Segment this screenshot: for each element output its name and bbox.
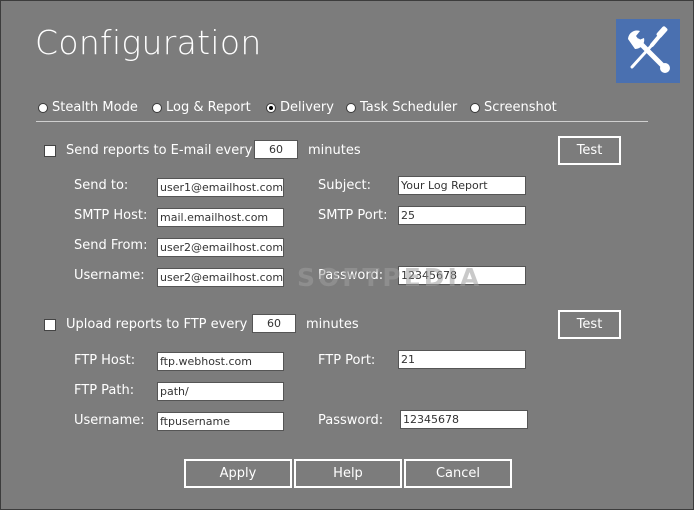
ftp-path-field[interactable]: path/ <box>157 382 284 401</box>
email-interval-input[interactable]: 60 <box>254 140 298 159</box>
cancel-button[interactable]: Cancel <box>404 459 512 488</box>
ftp-username-label: Username: <box>74 413 145 428</box>
ftp-test-button[interactable]: Test <box>558 310 621 339</box>
subject-label: Subject: <box>318 178 371 193</box>
ftp-password-label: Password: <box>318 413 384 428</box>
tab-label: Log & Report <box>166 100 251 115</box>
ftp-interval-input[interactable]: 60 <box>252 314 296 333</box>
ftp-host-field[interactable]: ftp.webhost.com <box>157 352 284 371</box>
tab-stealth-mode[interactable]: Stealth Mode <box>38 100 152 115</box>
smtp-host-field[interactable]: mail.emailhost.com <box>157 208 284 227</box>
radio-task-scheduler[interactable] <box>346 102 356 113</box>
send-to-field[interactable]: user1@emailhost.com <box>157 178 284 197</box>
subject-field[interactable]: Your Log Report <box>398 176 526 195</box>
tab-delivery[interactable]: Delivery <box>266 100 346 115</box>
email-username-field[interactable]: user2@emailhost.com <box>157 268 284 287</box>
radio-delivery[interactable] <box>266 102 276 113</box>
tab-label: Delivery <box>280 100 334 115</box>
ftp-path-label: FTP Path: <box>74 383 135 398</box>
radio-log-report[interactable] <box>152 102 162 113</box>
email-enable-label: Send reports to E-mail every <box>66 143 253 158</box>
ftp-password-field[interactable]: 12345678 <box>400 410 528 429</box>
ftp-interval-unit: minutes <box>306 317 359 332</box>
ftp-host-label: FTP Host: <box>74 353 136 368</box>
send-to-label: Send to: <box>74 178 129 193</box>
send-from-field[interactable]: user2@emailhost.com <box>157 238 284 257</box>
tab-screenshot[interactable]: Screenshot <box>470 100 560 115</box>
page-title: Configuration <box>35 23 262 62</box>
configuration-window: Configuration Stealth Mode Log & Report <box>0 0 694 510</box>
apply-button[interactable]: Apply <box>184 459 292 488</box>
tab-divider <box>36 121 648 122</box>
smtp-port-field[interactable]: 25 <box>398 206 526 225</box>
radio-stealth-mode[interactable] <box>38 102 48 113</box>
smtp-port-label: SMTP Port: <box>318 208 388 223</box>
ftp-port-label: FTP Port: <box>318 353 376 368</box>
ftp-enable-checkbox[interactable] <box>44 319 56 331</box>
ftp-enable-label: Upload reports to FTP every <box>66 317 248 332</box>
ftp-username-field[interactable]: ftpusername <box>157 412 284 431</box>
email-test-button[interactable]: Test <box>558 136 621 165</box>
tab-log-report[interactable]: Log & Report <box>152 100 266 115</box>
tab-bar: Stealth Mode Log & Report Delivery Task … <box>38 100 560 115</box>
email-interval-unit: minutes <box>308 143 361 158</box>
tab-task-scheduler[interactable]: Task Scheduler <box>346 100 470 115</box>
radio-screenshot[interactable] <box>470 102 480 113</box>
tab-label: Screenshot <box>484 100 557 115</box>
ftp-port-field[interactable]: 21 <box>398 350 526 369</box>
smtp-host-label: SMTP Host: <box>74 208 148 223</box>
tools-icon <box>616 19 680 83</box>
email-enable-checkbox[interactable] <box>44 145 56 157</box>
tab-label: Task Scheduler <box>360 100 458 115</box>
tab-label: Stealth Mode <box>52 100 138 115</box>
email-username-label: Username: <box>74 268 145 283</box>
send-from-label: Send From: <box>74 238 148 253</box>
help-button[interactable]: Help <box>294 459 402 488</box>
softpedia-watermark: SOFTPEDIA <box>297 263 483 292</box>
